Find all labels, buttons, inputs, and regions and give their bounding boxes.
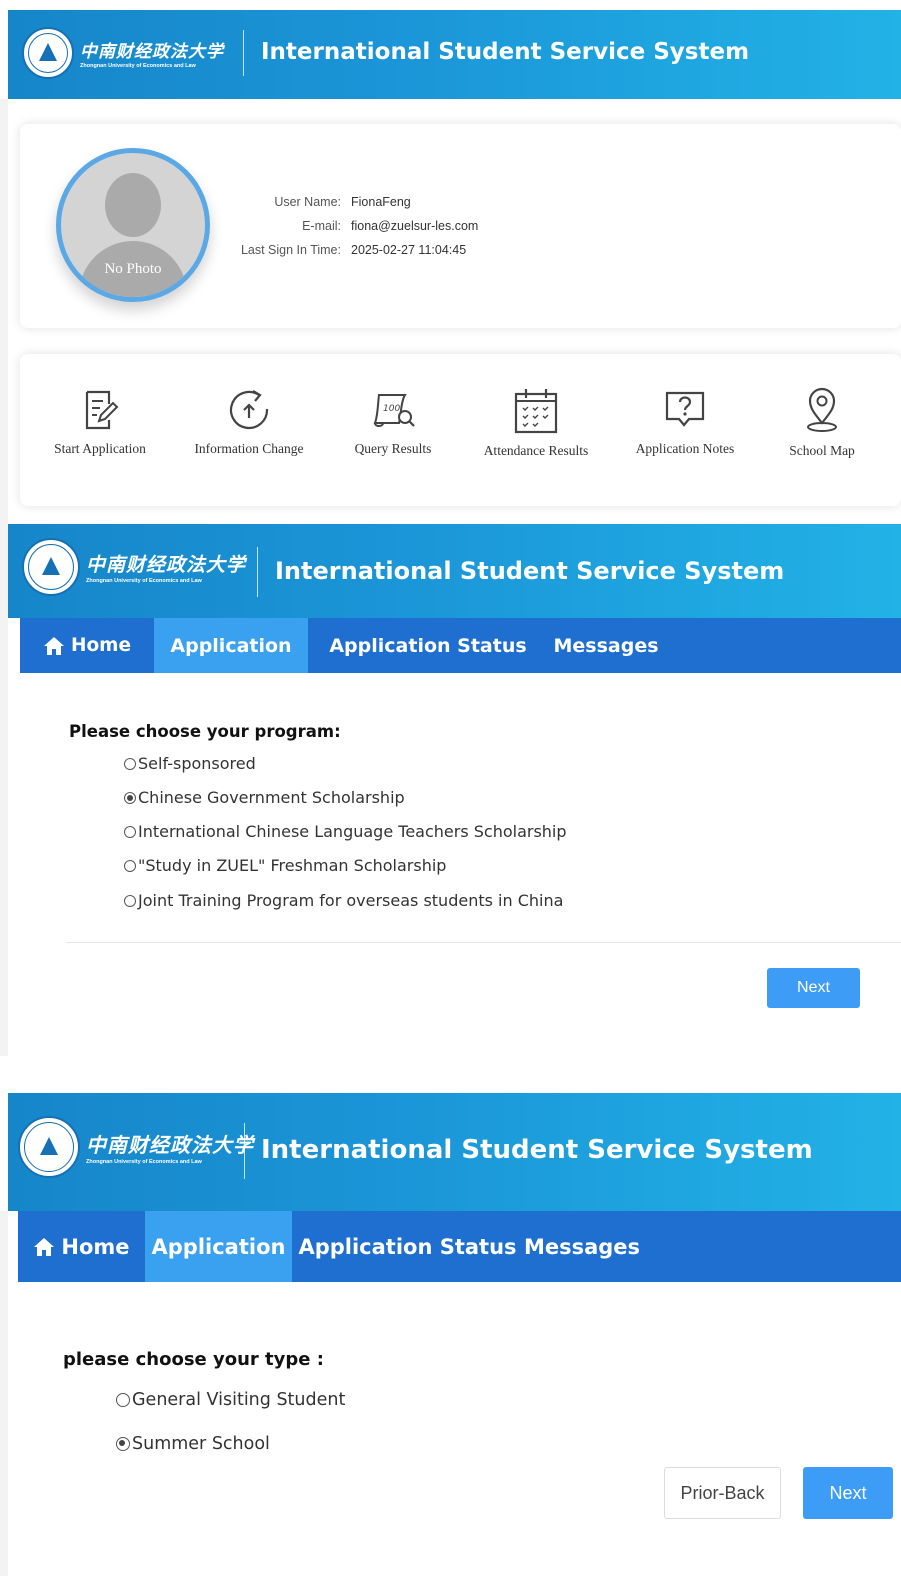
nav-home-label: Home xyxy=(70,635,132,656)
nav-home[interactable]: Home xyxy=(18,1211,145,1282)
nav-application-status[interactable]: Application Status xyxy=(292,1211,523,1282)
program-option-chinese-government-scholarship[interactable]: Chinese Government Scholarship xyxy=(124,788,405,807)
program-option-label: "Study in ZUEL" Freshman Scholarship xyxy=(138,856,447,875)
avatar-caption: No Photo xyxy=(104,261,162,277)
email-label: E-mail: xyxy=(302,219,341,233)
quick-link-attendance-results[interactable]: Attendance Results xyxy=(470,387,602,459)
quick-link-start-application[interactable]: Start Application xyxy=(38,387,162,457)
radio-button[interactable] xyxy=(124,859,136,872)
prior-back-button[interactable]: Prior-Back xyxy=(664,1467,781,1519)
quick-link-school-map[interactable]: School Map xyxy=(776,387,868,459)
radio-button[interactable] xyxy=(116,1393,130,1407)
program-option-freshman-scholarship[interactable]: "Study in ZUEL" Freshman Scholarship xyxy=(124,856,446,875)
email-value: fiona@zuelsur-les.com xyxy=(351,219,479,233)
edit-document-icon xyxy=(85,390,119,430)
program-option-joint-training[interactable]: Joint Training Program for overseas stud… xyxy=(124,891,563,910)
program-option-label: Self-sponsored xyxy=(138,754,256,773)
quick-link-label: Application Notes xyxy=(635,441,735,456)
quick-link-label: Query Results xyxy=(354,441,432,456)
quick-link-label: School Map xyxy=(789,443,855,458)
program-label: Please choose your program: xyxy=(69,722,341,741)
university-name-cn: 中南财经政法大学 xyxy=(86,554,247,576)
system-title: International Student Service System xyxy=(261,39,750,65)
university-logo[interactable]: 中南财经政法大学 Zhongnan University of Economic… xyxy=(18,1116,254,1178)
quick-link-label: Attendance Results xyxy=(483,443,589,458)
radio-button[interactable] xyxy=(124,825,136,838)
score-scroll-icon: 100 xyxy=(373,394,415,427)
nav-home-label: Home xyxy=(61,1234,130,1259)
university-name-cn: 中南财经政法大学 xyxy=(80,42,224,62)
nav-application[interactable]: Application xyxy=(145,1211,292,1282)
header-bar: 中南财经政法大学 Zhongnan University of Economic… xyxy=(8,10,901,99)
calendar-icon xyxy=(514,389,558,434)
university-name-en: Zhongnan University of Economics and Law xyxy=(86,1159,202,1165)
quick-link-label: Start Application xyxy=(54,441,146,456)
divider xyxy=(66,942,901,943)
next-button[interactable]: Next xyxy=(803,1467,893,1519)
question-bubble-icon xyxy=(665,391,705,427)
university-name-en: Zhongnan University of Economics and Law xyxy=(80,63,196,69)
user-name-value: FionaFeng xyxy=(351,195,411,209)
last-sign-in-label: Last Sign In Time: xyxy=(240,243,341,257)
nav-application[interactable]: Application xyxy=(154,618,308,673)
main-nav: Home Application Application Status Mess… xyxy=(18,1211,901,1282)
program-option-label: Joint Training Program for overseas stud… xyxy=(138,891,564,910)
university-name-en: Zhongnan University of Economics and Law xyxy=(86,578,202,584)
program-option-label: International Chinese Language Teachers … xyxy=(138,822,567,841)
system-title: International Student Service System xyxy=(261,1135,813,1165)
home-icon xyxy=(43,636,64,655)
radio-button[interactable] xyxy=(124,894,136,907)
map-pin-icon xyxy=(807,387,837,432)
type-option-label: Summer School xyxy=(132,1434,270,1454)
nav-messages[interactable]: Messages xyxy=(523,1211,641,1282)
university-logo[interactable]: 中南财经政法大学 Zhongnan University of Economic… xyxy=(22,27,224,79)
header-bar: 中南财经政法大学 Zhongnan University of Economic… xyxy=(8,1093,901,1211)
nav-application-status[interactable]: Application Status xyxy=(308,618,548,673)
last-sign-in-value: 2025-02-27 11:04:45 xyxy=(351,243,467,257)
university-seal-icon xyxy=(22,27,74,79)
header-bar: 中南财经政法大学 Zhongnan University of Economic… xyxy=(8,524,901,618)
university-seal-icon xyxy=(22,538,80,596)
type-label: please choose your type : xyxy=(63,1349,324,1370)
quick-link-information-change[interactable]: Information Change xyxy=(178,387,320,457)
type-option-label: General Visiting Student xyxy=(132,1390,346,1410)
quick-link-query-results[interactable]: 100 Query Results xyxy=(341,387,445,457)
program-option-label: Chinese Government Scholarship xyxy=(138,788,405,807)
university-seal-icon xyxy=(18,1116,80,1178)
refresh-upload-icon xyxy=(229,390,269,430)
user-name-label: User Name: xyxy=(274,195,341,209)
type-option-general-visiting-student[interactable]: General Visiting Student xyxy=(116,1390,345,1410)
radio-button[interactable] xyxy=(124,757,136,770)
main-nav: Home Application Application Status Mess… xyxy=(20,618,901,673)
quick-link-label: Information Change xyxy=(194,441,304,456)
type-option-summer-school[interactable]: Summer School xyxy=(116,1434,270,1454)
radio-button-checked[interactable] xyxy=(116,1437,130,1451)
program-option-teachers-scholarship[interactable]: International Chinese Language Teachers … xyxy=(124,822,567,841)
quick-link-application-notes[interactable]: Application Notes xyxy=(624,387,746,457)
nav-home[interactable]: Home xyxy=(20,618,154,673)
next-button[interactable]: Next xyxy=(767,968,860,1008)
program-option-self-sponsored[interactable]: Self-sponsored xyxy=(124,754,256,773)
nav-messages[interactable]: Messages xyxy=(548,618,664,673)
system-title: International Student Service System xyxy=(275,557,785,585)
university-logo[interactable]: 中南财经政法大学 Zhongnan University of Economic… xyxy=(22,538,246,596)
radio-button-checked[interactable] xyxy=(124,791,136,804)
home-icon xyxy=(34,1237,55,1256)
svg-text:100: 100 xyxy=(383,404,400,414)
university-name-cn: 中南财经政法大学 xyxy=(86,1133,254,1157)
